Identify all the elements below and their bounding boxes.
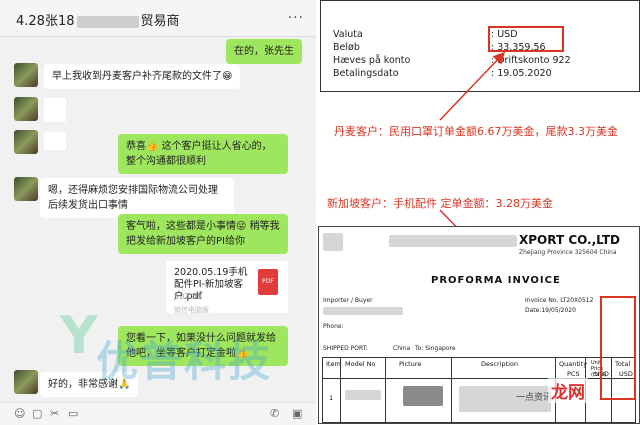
table-header: Description [481, 360, 519, 368]
unit-label: PCS [567, 370, 580, 378]
invoice-date: Date:19/05/2020 [525, 307, 576, 314]
product-picture [403, 386, 443, 406]
row-item-number: 1 [329, 394, 334, 402]
invoice-table: Item Model No Picture Description Quanti… [322, 357, 636, 423]
corner-watermark: 一点资讯 [516, 393, 553, 403]
invoice-number: Invoice No. LT20X0512 [525, 297, 594, 304]
table-header: Picture [399, 360, 422, 368]
highlight-box-total [600, 296, 636, 400]
company-name: XPORT CO.,LTD [519, 233, 620, 247]
company-name-blurred [389, 235, 517, 247]
shipped-port-label: SHIPPED PORT: [323, 345, 368, 352]
arrow-to-payment [439, 51, 506, 121]
company-address: Zhejiang Province 325604 China [519, 249, 617, 256]
origin-country: China [393, 345, 411, 352]
importer-label: Importer / Buyer [323, 297, 373, 304]
company-logo-blurred [323, 233, 343, 251]
destination: To: Singapore [415, 345, 456, 352]
corner-brand: 龙网 [548, 378, 588, 403]
invoice-title: PROFORMA INVOICE [431, 275, 561, 286]
model-blurred [345, 390, 381, 400]
phone-label: Phone: [323, 323, 344, 330]
table-header: Item [326, 360, 341, 368]
proforma-invoice: XPORT CO.,LTD Zhejiang Province 325604 C… [318, 226, 640, 424]
table-header: Quantity [559, 360, 588, 368]
table-header: Model No [345, 360, 376, 368]
importer-blurred [323, 307, 403, 315]
